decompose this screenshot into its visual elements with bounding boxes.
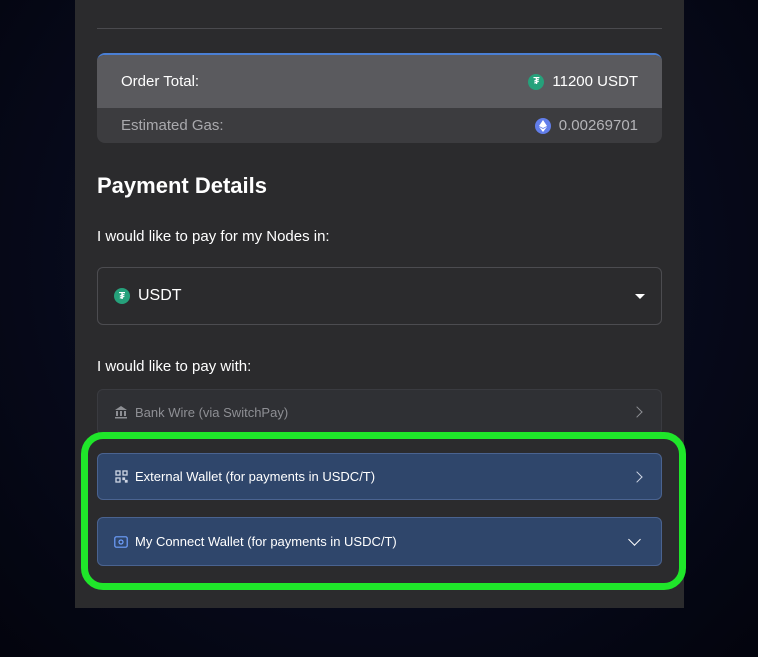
payment-option-label: My Connect Wallet (for payments in USDC/… (135, 534, 397, 549)
payment-option-label: External Wallet (for payments in USDC/T) (135, 469, 376, 484)
eth-coin-icon (534, 117, 551, 134)
chevron-right-icon (631, 406, 643, 418)
order-total-value-group: ₮ 11200 USDT (528, 73, 638, 90)
usdt-coin-icon: ₮ (114, 288, 130, 304)
chevron-right-icon (631, 470, 643, 483)
order-summary: Order Total: ₮ 11200 USDT Estimated Gas:… (97, 53, 662, 143)
currency-select-value: USDT (138, 287, 182, 304)
currency-select[interactable]: ₮ USDT (97, 267, 662, 325)
currency-prompt: I would like to pay for my Nodes in: (97, 228, 330, 245)
bank-icon (114, 405, 128, 419)
order-total-value: 11200 USDT (552, 73, 638, 90)
usdt-coin-icon: ₮ (528, 73, 545, 90)
order-total-row: Order Total: ₮ 11200 USDT (97, 55, 662, 108)
payment-option-external-wallet[interactable]: External Wallet (for payments in USDC/T) (97, 453, 662, 500)
payment-option-connect-wallet[interactable]: My Connect Wallet (for payments in USDC/… (97, 517, 662, 566)
payment-option-bank-wire[interactable]: Bank Wire (via SwitchPay) (97, 389, 662, 435)
order-total-label: Order Total: (121, 73, 200, 90)
payment-option-label: Bank Wire (via SwitchPay) (135, 404, 289, 420)
method-prompt: I would like to pay with: (97, 358, 252, 375)
wallet-icon (114, 535, 128, 549)
estimated-gas-label: Estimated Gas: (121, 117, 224, 134)
qr-code-icon (114, 470, 128, 484)
chevron-down-icon (628, 533, 641, 546)
estimated-gas-value: 0.00269701 (558, 117, 638, 134)
estimated-gas-value-group: 0.00269701 (534, 117, 638, 134)
estimated-gas-row: Estimated Gas: 0.00269701 (97, 108, 662, 143)
payment-details-title: Payment Details (97, 173, 267, 198)
caret-down-icon (635, 293, 645, 299)
divider (97, 28, 662, 29)
